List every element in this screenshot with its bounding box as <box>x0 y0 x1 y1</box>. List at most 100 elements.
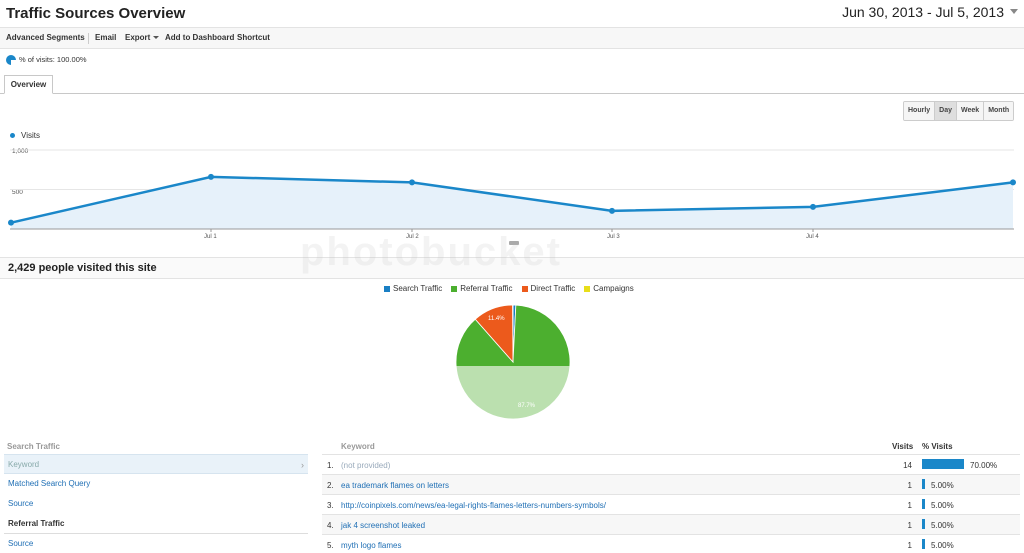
advanced-segments-button[interactable]: Advanced Segments <box>6 33 85 42</box>
chart-resize-handle[interactable] <box>509 241 519 245</box>
traffic-pie-chart: 11.4% 87.7% <box>455 304 571 423</box>
pct-bar <box>922 499 925 509</box>
legend-item-referral[interactable]: Referral Traffic <box>451 284 513 293</box>
date-range-label: Jun 30, 2013 - Jul 5, 2013 <box>842 4 1004 20</box>
summary-bar: 2,429 people visited this site <box>0 257 1024 279</box>
swatch-icon <box>584 285 591 292</box>
pct-bar <box>922 459 964 469</box>
pct-value: 5.00% <box>931 521 954 530</box>
visits-value: 14 <box>903 461 912 470</box>
swatch-icon <box>521 285 528 292</box>
legend-item-campaigns[interactable]: Campaigns <box>584 284 634 293</box>
keyword-table: Keyword Visits % Visits 1. (not provided)… <box>322 440 1020 553</box>
shortcut-button[interactable]: Shortcut <box>237 33 270 42</box>
page-title: Traffic Sources Overview <box>6 5 186 22</box>
keyword-link[interactable]: (not provided) <box>341 461 390 470</box>
table-header: Keyword Visits % Visits <box>322 440 1020 454</box>
visits-value: 1 <box>907 481 912 490</box>
legend-visits-label: Visits <box>21 131 40 140</box>
keyword-column-header[interactable]: Keyword <box>341 442 375 451</box>
table-body: 1. (not provided) 14 70.00% 2. ea trademark f… <box>322 454 1020 553</box>
hourly-button[interactable]: Hourly <box>904 102 936 120</box>
analytics-page: Traffic Sources Overview Jun 30, 2013 - … <box>0 0 1024 553</box>
table-row[interactable]: 3. http://coinpixels.com/news/ea-legal-ri… <box>322 494 1020 514</box>
row-number: 5. <box>327 541 334 550</box>
menu-item-referral-source[interactable]: Source <box>4 534 308 553</box>
pct-value: 5.00% <box>931 501 954 510</box>
export-button[interactable]: Export <box>125 33 160 42</box>
segment-indicator: % of visits: 100.00% <box>6 55 87 66</box>
referral-traffic-header: Referral Traffic <box>4 514 308 534</box>
row-number: 2. <box>327 481 334 490</box>
day-button[interactable]: Day <box>935 102 958 120</box>
data-point <box>810 203 816 210</box>
row-number: 1. <box>327 461 334 470</box>
dimension-menu: Search Traffic Keyword Matched Search Qu… <box>4 440 308 553</box>
pie-segment-icon <box>6 55 16 66</box>
legend-label: Search Traffic <box>393 284 443 293</box>
legend-label: Direct Traffic <box>530 284 576 293</box>
row-number: 4. <box>327 521 334 530</box>
x-tick-label: Jul 1 <box>204 234 217 240</box>
tab-overview[interactable]: Overview <box>4 75 53 94</box>
search-traffic-header: Search Traffic <box>7 442 60 451</box>
data-point <box>1010 179 1016 186</box>
data-point <box>8 219 14 226</box>
legend-item-search[interactable]: Search Traffic <box>384 284 442 293</box>
swatch-icon <box>451 285 458 292</box>
legend-item-direct[interactable]: Direct Traffic <box>521 284 576 293</box>
report-toolbar: Advanced Segments Email Export Add to Da… <box>0 27 1024 49</box>
summary-text: 2,429 people visited this site <box>8 262 157 274</box>
segment-label: % of visits: 100.00% <box>19 55 87 64</box>
x-tick-label: Jul 2 <box>406 234 419 240</box>
data-point <box>409 179 415 186</box>
menu-item-source[interactable]: Source <box>4 494 308 514</box>
table-row[interactable]: 4. jak 4 screenshot leaked 1 5.00% <box>322 514 1020 534</box>
table-row[interactable]: 1. (not provided) 14 70.00% <box>322 454 1020 474</box>
pct-bar <box>922 479 925 489</box>
date-range-picker[interactable]: Jun 30, 2013 - Jul 5, 2013 <box>836 2 1020 23</box>
visits-value: 1 <box>907 501 912 510</box>
legend-label: Campaigns <box>593 284 634 293</box>
month-button[interactable]: Month <box>984 102 1014 120</box>
pct-value: 5.00% <box>931 481 954 490</box>
export-label: Export <box>125 33 151 42</box>
pct-visits-column-header[interactable]: % Visits <box>922 442 953 451</box>
visits-area <box>11 176 1013 229</box>
pie-legend: Search Traffic Referral Traffic Direct T… <box>384 284 634 293</box>
keyword-link[interactable]: http://coinpixels.com/news/ea-legal-righ… <box>341 501 606 510</box>
table-row[interactable]: 2. ea trademark flames on letters 1 5.00% <box>322 474 1020 494</box>
visits-value: 1 <box>907 521 912 530</box>
keyword-link[interactable]: myth logo flames <box>341 541 401 550</box>
table-row[interactable]: 5. myth logo flames 1 5.00% <box>322 534 1020 553</box>
dropdown-arrow-icon <box>153 36 160 40</box>
add-to-dashboard-button[interactable]: Add to Dashboard <box>165 33 234 42</box>
row-number: 3. <box>327 501 334 510</box>
x-tick-label: Jul 4 <box>806 234 819 240</box>
menu-item-matched-search-query[interactable]: Matched Search Query <box>4 474 308 494</box>
legend-dot-icon <box>10 133 15 139</box>
pct-bar <box>922 539 925 549</box>
visits-column-header[interactable]: Visits <box>892 442 913 451</box>
pie-label-referral: 87.7% <box>518 403 536 409</box>
visits-value: 1 <box>907 541 912 550</box>
pct-bar <box>922 519 925 529</box>
keyword-link[interactable]: jak 4 screenshot leaked <box>341 521 425 530</box>
pct-value: 70.00% <box>970 461 998 470</box>
data-point <box>609 207 615 214</box>
pie-overlay <box>456 366 570 423</box>
visits-line-chart <box>8 149 1016 232</box>
granularity-switcher: Hourly Day Week Month <box>903 101 1015 121</box>
data-point <box>208 173 214 180</box>
x-tick-label: Jul 3 <box>607 234 620 240</box>
menu-item-keyword[interactable]: Keyword <box>4 454 308 475</box>
toolbar-divider <box>88 33 89 44</box>
keyword-link[interactable]: ea trademark flames on letters <box>341 481 449 490</box>
tab-bar: Overview <box>0 75 1024 94</box>
chart-legend[interactable]: Visits <box>10 131 40 140</box>
email-button[interactable]: Email <box>95 33 116 42</box>
legend-label: Referral Traffic <box>460 284 513 293</box>
week-button[interactable]: Week <box>957 102 985 120</box>
pie-label-direct: 11.4% <box>488 316 505 322</box>
pct-value: 5.00% <box>931 541 954 550</box>
